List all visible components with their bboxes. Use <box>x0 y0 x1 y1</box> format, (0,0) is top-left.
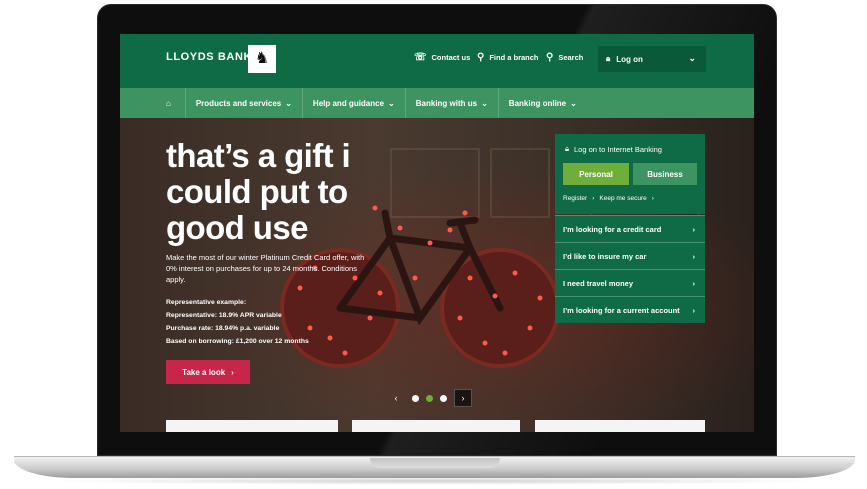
nav-products[interactable]: Products and services ⌄ <box>186 88 303 118</box>
rep-purchase-rate: Purchase rate: 18.94% p.a. variable <box>166 325 280 332</box>
promo-card[interactable] <box>535 420 705 432</box>
home-icon[interactable]: ⌂ <box>120 88 186 118</box>
rep-apr: Representative: 18.9% APR variable <box>166 312 282 319</box>
carousel-dot-2[interactable] <box>426 394 433 402</box>
login-panel: 🔒︎ Log on to Internet Banking Personal B… <box>555 134 705 214</box>
quick-link-car-insurance[interactable]: I’d like to insure my car › <box>555 242 705 269</box>
nav-banking-online-label: Banking online <box>508 98 567 108</box>
chevron-down-icon: ⌄ <box>285 98 292 108</box>
nav-banking-with-us-label: Banking with us <box>415 98 478 108</box>
carousel-prev-button[interactable]: ‹ <box>387 389 405 407</box>
promo-card[interactable] <box>166 420 338 432</box>
brand-name[interactable]: LLOYDS BANK <box>166 51 252 63</box>
carousel-dot-1[interactable] <box>412 394 419 402</box>
login-title-text: Log on to Internet Banking <box>574 144 662 154</box>
login-links: Register › Keep me secure › <box>563 195 654 202</box>
nav-help[interactable]: Help and guidance ⌄ <box>303 88 406 118</box>
personal-tab[interactable]: Personal <box>563 163 629 185</box>
laptop-notch <box>370 458 500 468</box>
carousel-controls: ‹ › <box>387 389 472 407</box>
business-tab[interactable]: Business <box>633 163 697 185</box>
carousel-dot-3[interactable] <box>440 394 447 402</box>
chevron-right-icon: › <box>592 195 595 202</box>
logon-dropdown[interactable]: 🔒︎ Log on ⌄ <box>598 46 706 72</box>
quick-link-label: I need travel money <box>563 278 634 288</box>
contact-us-label: Contact us <box>431 53 471 62</box>
lock-icon: 🔒︎ <box>565 144 569 153</box>
take-a-look-button[interactable]: Take a look › <box>166 360 250 384</box>
laptop-frame: LLOYDS BANK ♞ ☏ Contact us ⚲ Find a bran… <box>0 0 867 489</box>
chevron-down-icon: ⌄ <box>570 98 577 108</box>
hero-headline: that’s a gift i could put to good use <box>166 137 351 246</box>
quick-link-credit-card[interactable]: I’m looking for a credit card › <box>555 215 705 242</box>
nav-products-label: Products and services <box>195 98 282 108</box>
laptop-shadow <box>40 477 830 485</box>
horse-logo-icon[interactable]: ♞ <box>248 45 276 73</box>
chevron-right-icon: › <box>692 224 696 234</box>
chevron-right-icon: › <box>692 251 696 261</box>
promo-card[interactable] <box>352 420 520 432</box>
chevron-down-icon: ⌄ <box>481 98 488 108</box>
nav-banking-online[interactable]: Banking online ⌄ <box>499 88 587 118</box>
quick-link-label: I’m looking for a current account <box>563 305 680 315</box>
hero-subtitle: Make the most of our winter Platinum Cre… <box>166 253 365 284</box>
find-branch-label: Find a branch <box>489 53 539 62</box>
chevron-down-icon: ⌄ <box>688 53 696 63</box>
search-icon: ⚲ <box>546 52 554 63</box>
chevron-right-icon: › <box>692 278 696 288</box>
quick-links: I’m looking for a credit card › I’d like … <box>555 215 705 323</box>
login-title: 🔒︎ Log on to Internet Banking <box>565 144 662 154</box>
main-nav: ⌂ Products and services ⌄ Help and guidan… <box>120 88 754 118</box>
find-branch-link[interactable]: ⚲ Find a branch <box>477 52 539 63</box>
website-screen: LLOYDS BANK ♞ ☏ Contact us ⚲ Find a bran… <box>120 34 754 432</box>
nav-banking-with-us[interactable]: Banking with us ⌄ <box>406 88 499 118</box>
register-link[interactable]: Register <box>563 195 587 202</box>
contact-us-link[interactable]: ☏ Contact us <box>414 52 470 63</box>
quick-link-current-account[interactable]: I’m looking for a current account › <box>555 296 705 323</box>
location-pin-icon: ⚲ <box>477 52 485 63</box>
rep-heading: Representative example: <box>166 299 247 306</box>
search-link[interactable]: ⚲ Search <box>546 52 583 63</box>
nav-help-label: Help and guidance <box>312 98 385 108</box>
carousel-next-button[interactable]: › <box>454 389 472 407</box>
rep-borrowing: Based on borrowing: £1,200 over 12 month… <box>166 338 309 345</box>
quick-link-label: I’d like to insure my car <box>563 251 647 261</box>
search-label: Search <box>558 53 584 62</box>
take-a-look-label: Take a look <box>182 367 226 377</box>
keep-secure-link[interactable]: Keep me secure <box>599 195 646 202</box>
chevron-right-icon: › <box>231 367 234 377</box>
top-header: LLOYDS BANK ♞ ☏ Contact us ⚲ Find a bran… <box>120 34 754 88</box>
lock-icon: 🔒︎ <box>606 54 611 63</box>
chevron-down-icon: ⌄ <box>388 98 395 108</box>
logon-label: Log on <box>616 54 643 64</box>
quick-link-label: I’m looking for a credit card <box>563 224 662 234</box>
chevron-right-icon: › <box>651 195 654 202</box>
quick-link-travel-money[interactable]: I need travel money › <box>555 269 705 296</box>
chevron-right-icon: › <box>692 305 696 315</box>
phone-icon: ☏ <box>414 52 427 63</box>
